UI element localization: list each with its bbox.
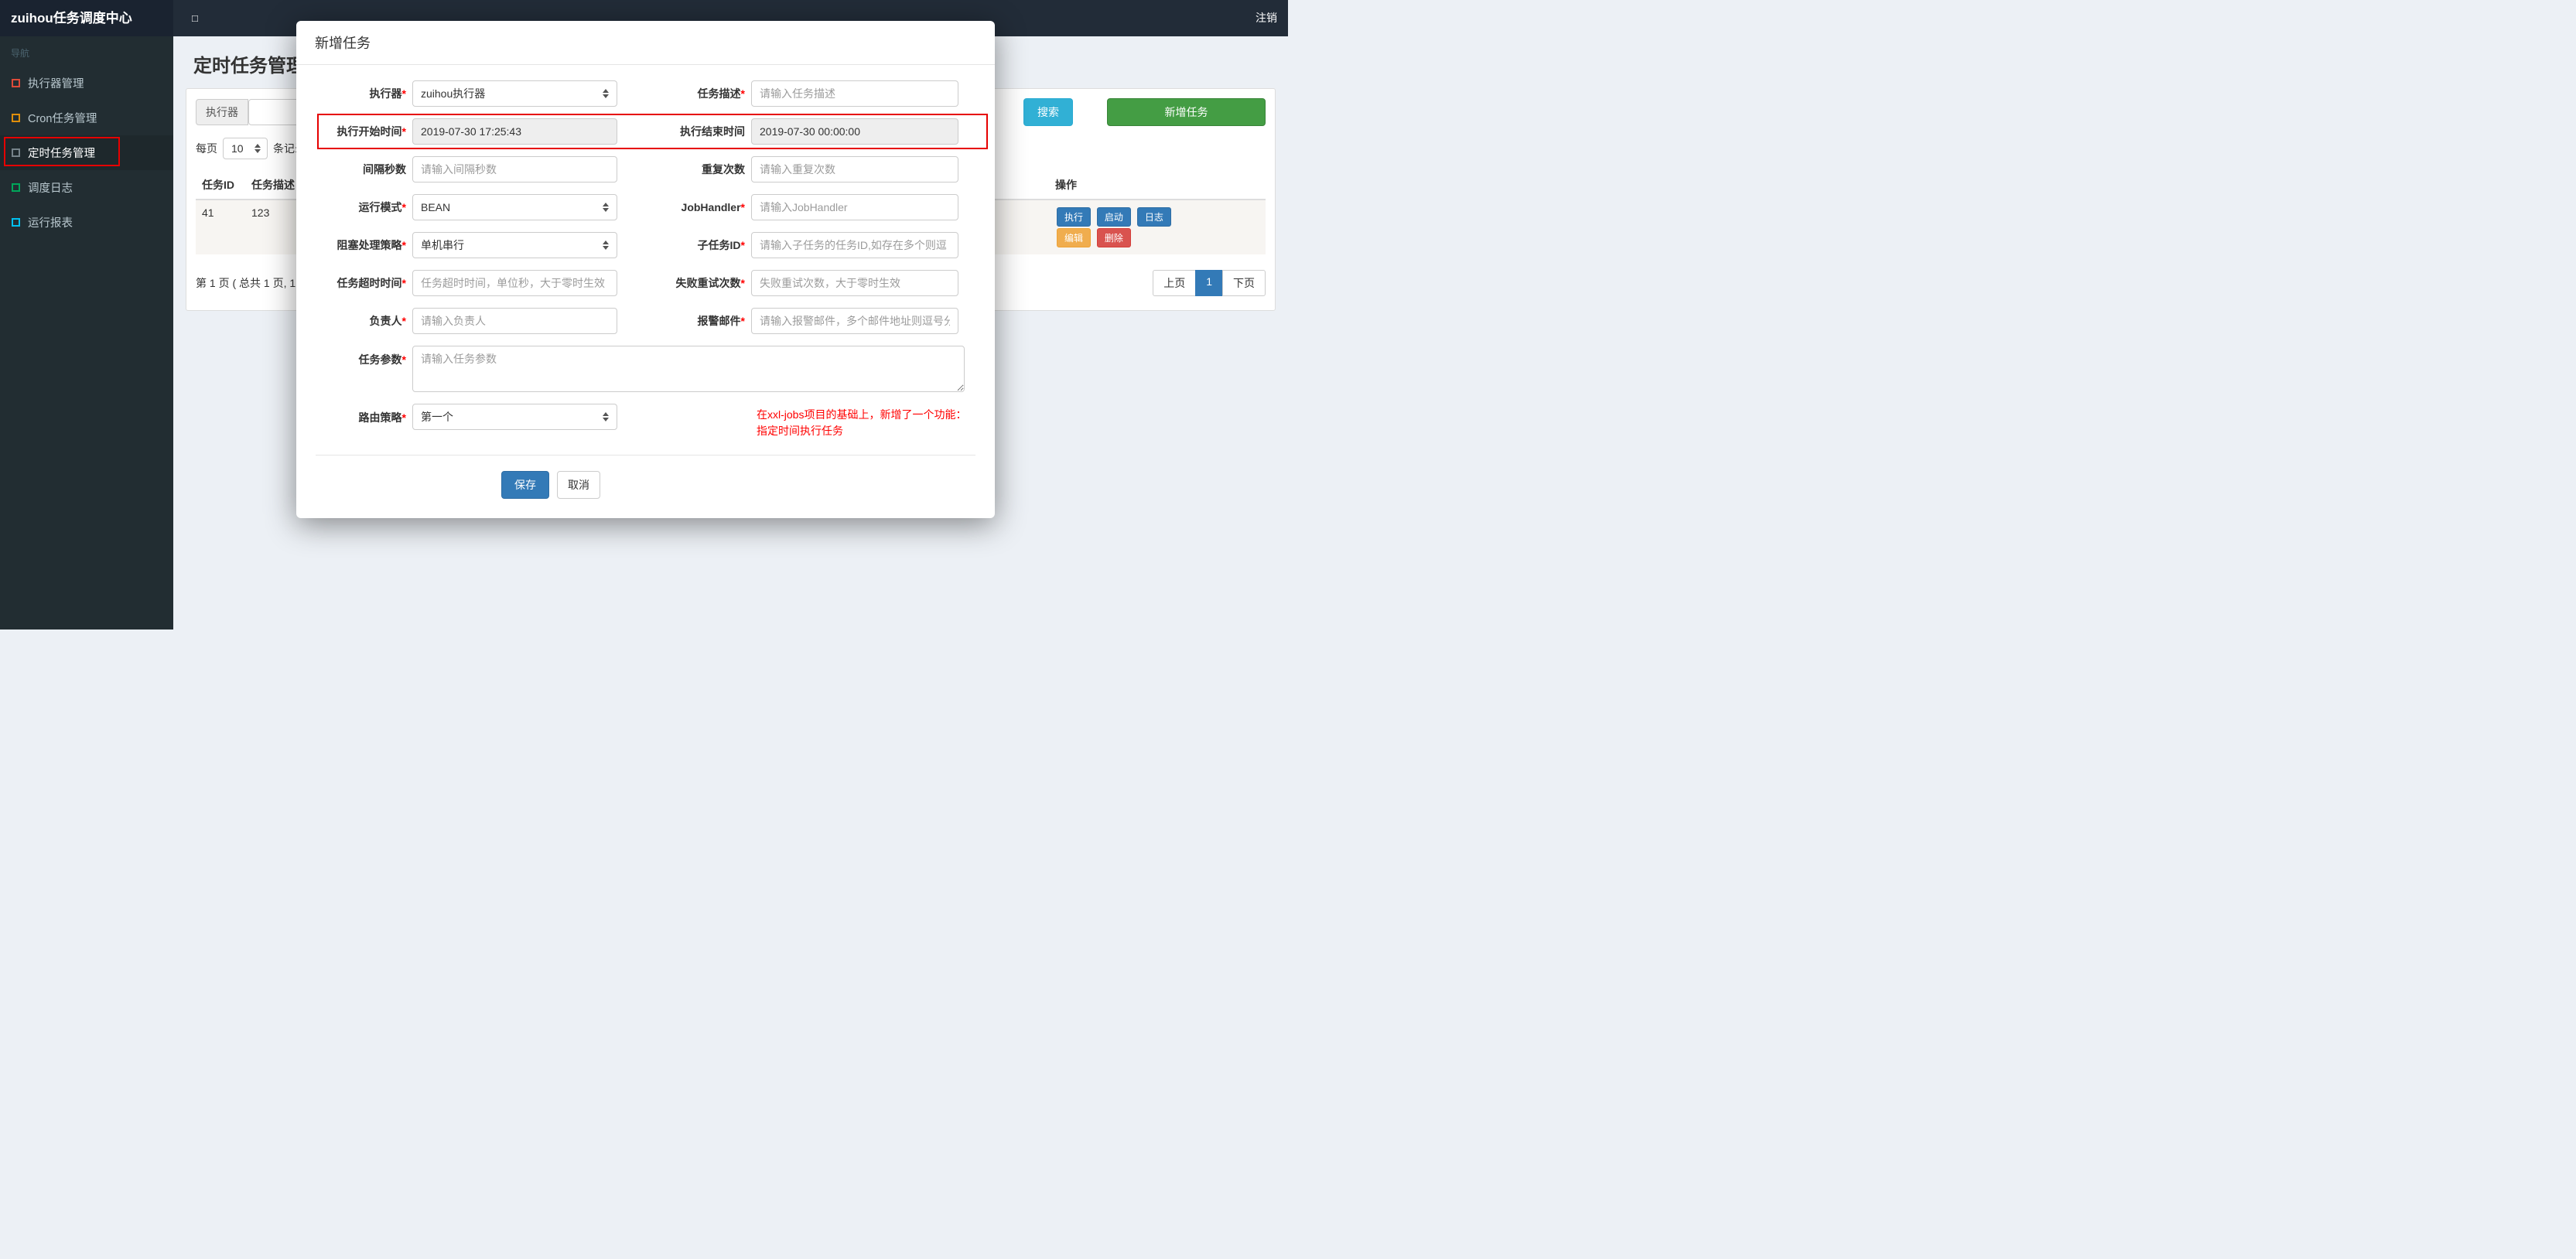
select-arrows-icon xyxy=(603,412,609,421)
block-strategy-select[interactable]: 单机串行 xyxy=(412,232,617,258)
square-icon xyxy=(12,79,20,87)
pagination-info: 第 1 页 ( 总共 1 页, 1 xyxy=(196,277,296,289)
cell-task-id: 41 xyxy=(202,206,214,219)
page-size-prefix: 每页 xyxy=(196,142,217,155)
interval-label: 间隔秒数 xyxy=(363,163,406,176)
start-time-label: 执行开始时间* xyxy=(337,125,406,138)
sidebar-item-label: 定时任务管理 xyxy=(28,148,95,160)
col-header-operations: 操作 xyxy=(1049,171,1266,200)
edit-button[interactable]: 编辑 xyxy=(1057,228,1092,247)
feature-note: 在xxl-jobs项目的基础上，新增了一个功能： 指定时间执行任务 xyxy=(757,408,967,437)
route-strategy-label: 路由策略* xyxy=(358,411,406,424)
log-button[interactable]: 日志 xyxy=(1136,207,1171,227)
sidebar-item-label: Cron任务管理 xyxy=(28,113,97,125)
select-value: 10 xyxy=(231,142,244,155)
sidebar-toggle-icon[interactable]: □ xyxy=(184,0,206,36)
sidebar-item-executor-manage[interactable]: 执行器管理 xyxy=(0,66,173,101)
select-arrows-icon xyxy=(603,89,609,98)
prev-page-button[interactable]: 上页 xyxy=(1153,270,1197,296)
block-strategy-label: 阻塞处理策略* xyxy=(337,239,406,251)
square-icon xyxy=(12,183,20,192)
task-param-label: 任务参数* xyxy=(358,353,406,366)
executor-label: 执行器* xyxy=(369,87,406,100)
run-mode-select[interactable]: BEAN xyxy=(412,194,617,220)
interval-input[interactable] xyxy=(412,156,617,183)
sidebar-item-cron-task[interactable]: Cron任务管理 xyxy=(0,101,173,135)
owner-input[interactable] xyxy=(412,308,617,334)
app-brand[interactable]: zuihou任务调度中心 xyxy=(0,0,173,36)
retry-label: 失败重试次数* xyxy=(675,277,745,289)
search-button[interactable]: 搜索 xyxy=(1023,98,1073,126)
alarm-email-label: 报警邮件* xyxy=(697,315,745,327)
delete-button[interactable]: 删除 xyxy=(1096,228,1131,247)
child-task-label: 子任务ID* xyxy=(697,239,745,251)
page-number-button[interactable]: 1 xyxy=(1195,270,1223,296)
modal-title: 新增任务 xyxy=(296,21,995,65)
select-arrows-icon xyxy=(603,241,609,250)
add-task-modal: 新增任务 执行器* zuihou执行器 任务描述* 执行开始时间* 执行结束时间 xyxy=(296,21,995,518)
task-desc-input[interactable] xyxy=(751,80,958,107)
jobhandler-input[interactable] xyxy=(751,194,958,220)
add-task-button[interactable]: 新增任务 xyxy=(1107,98,1266,126)
route-strategy-select[interactable]: 第一个 xyxy=(412,404,617,430)
sidebar-item-label: 执行器管理 xyxy=(28,78,84,90)
run-button[interactable]: 执行 xyxy=(1057,207,1092,227)
col-header-task-id: 任务ID xyxy=(196,171,245,200)
end-time-input[interactable] xyxy=(751,118,958,145)
save-button[interactable]: 保存 xyxy=(501,471,549,499)
executor-filter-label: 执行器 xyxy=(196,99,248,125)
sidebar-item-run-report[interactable]: 运行报表 xyxy=(0,205,173,240)
sidebar: 导航 执行器管理 Cron任务管理 定时任务管理 调度日志 运行报表 xyxy=(0,36,173,630)
select-arrows-icon xyxy=(255,144,261,153)
square-icon xyxy=(12,114,20,122)
task-param-textarea[interactable] xyxy=(412,346,965,392)
repeat-input[interactable] xyxy=(751,156,958,183)
square-icon xyxy=(12,148,20,157)
jobhandler-label: JobHandler* xyxy=(681,201,745,213)
sidebar-item-timed-task[interactable]: 定时任务管理 xyxy=(0,135,173,170)
start-button[interactable]: 启动 xyxy=(1096,207,1131,227)
row-actions: 执行 启动 日志 编辑 删除 xyxy=(1055,206,1179,248)
child-task-input[interactable] xyxy=(751,232,958,258)
square-icon xyxy=(12,218,20,227)
executor-select[interactable]: zuihou执行器 xyxy=(412,80,617,107)
timeout-label: 任务超时时间* xyxy=(337,277,406,289)
timeout-input[interactable] xyxy=(412,270,617,296)
retry-input[interactable] xyxy=(751,270,958,296)
start-time-input[interactable] xyxy=(412,118,617,145)
sidebar-item-label: 调度日志 xyxy=(28,183,73,195)
cancel-button[interactable]: 取消 xyxy=(557,471,600,499)
pager: 上页 1 下页 xyxy=(1153,270,1266,296)
page-size-select[interactable]: 10 xyxy=(223,138,268,159)
modal-footer: 保存 取消 xyxy=(316,471,975,499)
end-time-label: 执行结束时间 xyxy=(680,125,745,138)
task-desc-label: 任务描述* xyxy=(697,87,745,100)
sidebar-item-label: 运行报表 xyxy=(28,217,73,230)
sidebar-section-label: 导航 xyxy=(11,48,30,59)
logout-link[interactable]: 注销 xyxy=(1256,0,1277,36)
select-arrows-icon xyxy=(603,203,609,212)
run-mode-label: 运行模式* xyxy=(358,201,406,213)
alarm-email-input[interactable] xyxy=(751,308,958,334)
repeat-label: 重复次数 xyxy=(702,163,745,176)
sidebar-item-dispatch-log[interactable]: 调度日志 xyxy=(0,170,173,205)
next-page-button[interactable]: 下页 xyxy=(1222,270,1266,296)
owner-label: 负责人* xyxy=(369,315,406,327)
